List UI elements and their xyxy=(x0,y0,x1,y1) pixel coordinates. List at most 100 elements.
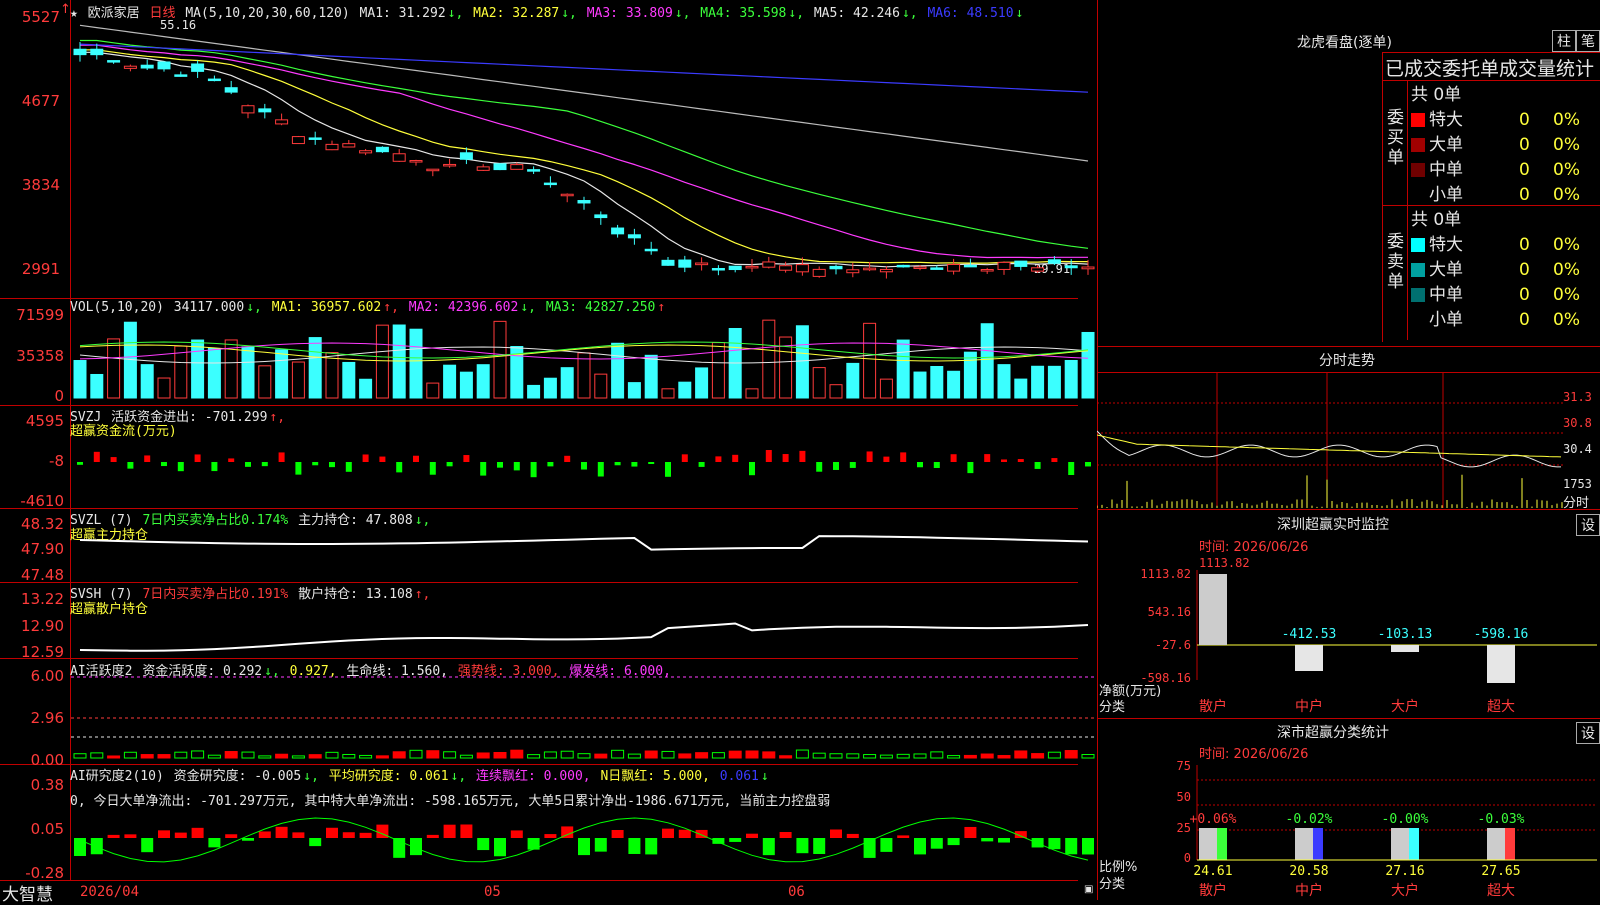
research-bar xyxy=(645,838,658,855)
research-bar xyxy=(930,838,943,849)
classify-bar-accent xyxy=(1505,828,1515,860)
intraday-chart xyxy=(1097,373,1563,508)
research-bar xyxy=(1048,838,1061,850)
classify-ytick: 75 xyxy=(1177,760,1191,773)
sell-row-count: 0 xyxy=(1519,235,1530,255)
ma-line-4 xyxy=(80,39,1089,249)
sell-row-pct: 0% xyxy=(1553,285,1580,305)
sell-row-count: 0 xyxy=(1519,260,1530,280)
fund-flow-bar xyxy=(1034,462,1041,469)
volume-bar xyxy=(73,360,87,399)
tick-view-button[interactable]: 笔 xyxy=(1576,30,1600,52)
monitor-title: 深圳超赢实时监控 xyxy=(1277,517,1389,533)
column-view-button[interactable]: 柱 xyxy=(1552,30,1576,52)
buy-row: 小单 0 0% xyxy=(1411,180,1597,205)
research-bar xyxy=(326,827,338,838)
candle-body xyxy=(997,261,1011,270)
volume-bar xyxy=(426,382,440,399)
classify-ratio: 27.16 xyxy=(1385,864,1424,879)
activity-bar xyxy=(762,751,776,759)
classify-change: +0.06% xyxy=(1190,812,1237,827)
classify-change: -0.00% xyxy=(1382,812,1429,827)
main-chart-area[interactable]: ★ 欧派家居 日线 MA(5,10,20,30,60,120) MA1: 31.… xyxy=(0,0,1098,905)
fund-flow-bar xyxy=(1051,458,1058,462)
intraday-ytick: 30.4 xyxy=(1563,442,1592,456)
monitor-setting-button[interactable]: 设 xyxy=(1576,514,1600,536)
volume-bar xyxy=(846,362,860,399)
sell-row-name: 中单 xyxy=(1429,285,1463,305)
candle-body xyxy=(627,234,641,239)
classify-bar-accent xyxy=(1217,828,1227,860)
volume-bar xyxy=(930,366,944,399)
sell-row: 特大 0 0% xyxy=(1411,230,1597,255)
research-bar xyxy=(947,838,960,846)
research-bar xyxy=(208,838,221,848)
fund-flow-bar xyxy=(312,462,319,466)
volume-bar xyxy=(527,384,541,399)
fund-flow-bar xyxy=(665,462,671,477)
classify-setting-button[interactable]: 设 xyxy=(1576,722,1600,744)
activity-bar xyxy=(140,754,154,759)
classify-category: 散户 xyxy=(1199,882,1227,899)
monitor-bar-mid xyxy=(1295,645,1323,671)
research-bar xyxy=(174,832,187,838)
buy-row-name: 大单 xyxy=(1429,135,1463,155)
classify-bar-accent xyxy=(1313,828,1323,860)
volume-bar xyxy=(359,378,373,399)
research-bar xyxy=(762,838,775,856)
candle-body xyxy=(947,263,961,272)
candle-body xyxy=(896,264,910,268)
classify-ytick: 50 xyxy=(1177,790,1191,804)
buy-row-name: 中单 xyxy=(1429,160,1463,180)
fund-flow-bar xyxy=(396,462,403,473)
candle-body xyxy=(90,48,104,56)
buy-row-pct: 0% xyxy=(1553,135,1580,155)
fund-flow-bar xyxy=(984,454,991,462)
fund-flow-bar xyxy=(816,462,823,472)
candle-body xyxy=(930,267,944,270)
candle-body xyxy=(123,65,137,69)
buy-label: 委买单 xyxy=(1387,108,1404,168)
right-panel: 龙虎看盘(逐单) 柱 笔 已成交委托单成交量统计 委买单 委卖单 共 0单 共 … xyxy=(1097,0,1600,900)
volume-bar xyxy=(695,367,709,399)
fund-flow-bar xyxy=(866,451,873,462)
activity-bar xyxy=(1031,753,1045,759)
monitor-category: 中户 xyxy=(1295,698,1323,715)
buy-row: 大单 0 0% xyxy=(1411,130,1597,155)
fund-flow-bar xyxy=(161,462,167,467)
volume-bar xyxy=(947,370,961,399)
candle-body xyxy=(459,152,473,160)
candle-body xyxy=(73,48,87,56)
color-swatch xyxy=(1411,288,1425,302)
intraday-ytick: 30.8 xyxy=(1563,416,1592,430)
research-bar xyxy=(628,838,641,854)
buy-row-pct: 0% xyxy=(1553,185,1580,205)
activity-bar xyxy=(1014,750,1028,759)
classify-change: -0.02% xyxy=(1286,812,1333,827)
fund-flow-bar xyxy=(1068,462,1075,476)
candle-body xyxy=(224,87,238,93)
volume-bar xyxy=(459,371,473,399)
candle-body xyxy=(291,136,305,145)
fund-flow-bar xyxy=(849,462,856,468)
candle-body xyxy=(779,265,793,271)
monitor-bar-super xyxy=(1487,645,1515,683)
candle-body xyxy=(644,248,658,252)
volume-bar xyxy=(342,361,356,399)
candle-body xyxy=(812,268,826,277)
volume-bar xyxy=(762,319,776,399)
research-bar xyxy=(258,831,271,838)
fund-flow-bar xyxy=(93,451,100,462)
volume-bar xyxy=(711,342,725,399)
activity-bar xyxy=(191,750,205,759)
activity-bar xyxy=(846,753,860,759)
buy-row-pct: 0% xyxy=(1553,110,1580,130)
candle-body xyxy=(409,160,423,163)
activity-bar xyxy=(779,755,793,759)
activity-bar xyxy=(863,754,877,759)
volume-bar xyxy=(375,324,389,399)
activity-bar xyxy=(476,752,490,759)
volume-bar xyxy=(241,346,255,399)
activity-bar xyxy=(560,750,574,759)
volume-bar xyxy=(543,377,557,399)
